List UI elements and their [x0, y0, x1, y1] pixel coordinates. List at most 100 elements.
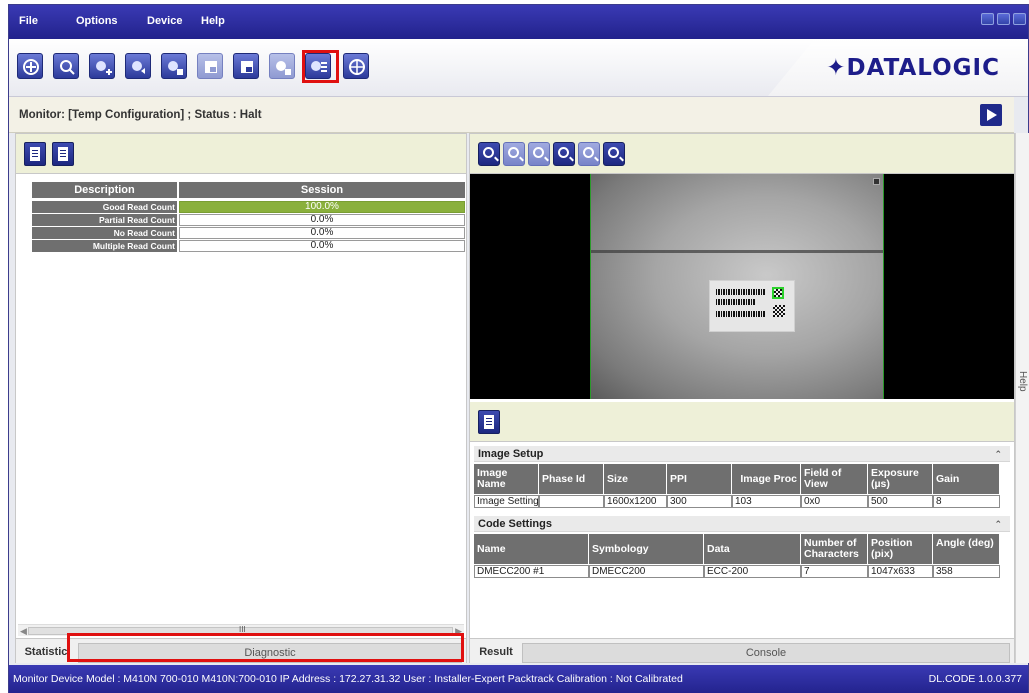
- column-header: Size: [604, 464, 666, 494]
- save-device-icon[interactable]: [233, 53, 259, 79]
- image-marker-icon: [873, 178, 880, 185]
- table-cell: DMECC200: [589, 565, 704, 578]
- menu-help[interactable]: Help: [201, 15, 225, 27]
- table-row: No Read Count 0.0%: [32, 227, 465, 240]
- tab-console[interactable]: Console: [522, 643, 1010, 663]
- row-label: Partial Read Count: [32, 214, 177, 226]
- acquired-image[interactable]: [470, 174, 1014, 399]
- image-toolbar: [470, 134, 1014, 174]
- collapse-icon[interactable]: ⌃: [994, 446, 1002, 462]
- camera-properties-icon[interactable]: [269, 53, 295, 79]
- table-row: Multiple Read Count 0.0%: [32, 240, 465, 253]
- image-setup-title: Image Setup: [478, 448, 544, 460]
- barcode-label: [709, 280, 795, 332]
- image-setup-header[interactable]: Image Setup ⌃: [474, 446, 1010, 462]
- restore-icon[interactable]: [997, 13, 1010, 25]
- camera-search-icon[interactable]: [53, 53, 79, 79]
- table-cell: 1600x1200: [604, 495, 667, 508]
- collapse-icon[interactable]: ⌃: [994, 516, 1002, 532]
- menu-options[interactable]: Options: [76, 15, 118, 27]
- table-cell: ECC-200: [704, 565, 801, 578]
- camera-open-icon[interactable]: [125, 53, 151, 79]
- calendar-icon[interactable]: [52, 142, 74, 166]
- application-window: File Options Device Help ✦DATALOGIC Moni…: [8, 4, 1029, 693]
- row-value: 0.0%: [179, 240, 465, 252]
- table-cell: 7: [801, 565, 868, 578]
- row-value: 100.0%: [179, 201, 465, 213]
- tab-result[interactable]: Result: [474, 643, 518, 663]
- table-cell: 103: [732, 495, 801, 508]
- close-icon[interactable]: [1013, 13, 1026, 25]
- help-sidebar[interactable]: Help: [1015, 133, 1029, 663]
- table-cell: 358: [933, 565, 1000, 578]
- table-cell: 8: [933, 495, 1000, 508]
- table-cell: [539, 495, 604, 508]
- barcode-1d: [716, 299, 756, 305]
- barcode-1d: [716, 311, 766, 317]
- image-overlay-icon[interactable]: [603, 142, 625, 166]
- status-text: Monitor Device Model : M410N 700-010 M41…: [13, 673, 683, 685]
- menu-file[interactable]: File: [19, 15, 38, 27]
- menu-device[interactable]: Device: [147, 15, 182, 27]
- image-edge: [591, 250, 883, 253]
- code-settings-header[interactable]: Code Settings ⌃: [474, 516, 1010, 532]
- camera-add-icon[interactable]: [89, 53, 115, 79]
- result-toolbar: [470, 402, 1014, 442]
- column-header: Symbology: [589, 534, 703, 564]
- table-row: Good Read Count 100.0%: [32, 201, 465, 214]
- datalogic-logo: ✦DATALOGIC: [826, 55, 1000, 81]
- column-header: Image Name: [474, 464, 538, 494]
- column-header: Phase Id: [539, 464, 603, 494]
- version-label: DL.CODE 1.0.0.377: [928, 673, 1022, 685]
- toolbar-highlight: [302, 50, 339, 83]
- file-send-icon[interactable]: [197, 53, 223, 79]
- statistics-panel: Description Session Good Read Count 100.…: [15, 133, 467, 663]
- monitor-status: Monitor: [Temp Configuration] ; Status :…: [19, 109, 262, 121]
- camera-save-icon[interactable]: [161, 53, 187, 79]
- column-header-session: Session: [179, 182, 465, 198]
- play-icon[interactable]: [980, 104, 1002, 126]
- row-value: 0.0%: [179, 227, 465, 239]
- barcode-1d: [716, 289, 766, 295]
- zoom-in-icon[interactable]: [478, 142, 500, 166]
- report-icon[interactable]: [24, 142, 46, 166]
- column-header: PPI: [667, 464, 731, 494]
- column-header: Exposure (µs): [868, 464, 932, 494]
- help-label[interactable]: Help: [1017, 371, 1028, 392]
- zoom-reset-icon[interactable]: [503, 142, 525, 166]
- column-header: Image Proc: [732, 464, 800, 494]
- code-settings-title: Code Settings: [478, 518, 552, 530]
- table-cell: 500: [868, 495, 933, 508]
- column-header: Position (pix): [868, 534, 932, 564]
- column-header: Number of Characters: [801, 534, 867, 564]
- decoded-datamatrix: [772, 287, 784, 299]
- scroll-left-icon[interactable]: ◀: [20, 626, 27, 637]
- column-header: Gain: [933, 464, 999, 494]
- report-icon[interactable]: [478, 410, 500, 434]
- image-result-panel: Image Setup ⌃ Image Name Phase Id Size P…: [469, 133, 1015, 663]
- table-row: Partial Read Count 0.0%: [32, 214, 465, 227]
- table-cell: 0x0: [801, 495, 868, 508]
- column-header: Data: [704, 534, 800, 564]
- tab-statistic[interactable]: Statistic: [20, 643, 72, 663]
- crosshair-icon[interactable]: [343, 53, 369, 79]
- table-cell: DMECC200 #1: [474, 565, 589, 578]
- menu-bar: File Options Device Help: [9, 5, 1028, 39]
- datamatrix: [773, 305, 785, 317]
- grid-view-icon[interactable]: [578, 142, 600, 166]
- minimize-icon[interactable]: [981, 13, 994, 25]
- table-cell: Image Setting 113: [474, 495, 539, 508]
- row-label: Multiple Read Count: [32, 240, 177, 252]
- table-cell: 1047x633: [868, 565, 933, 578]
- save-image-icon[interactable]: [553, 142, 575, 166]
- connect-icon[interactable]: [17, 53, 43, 79]
- image-frame: [590, 174, 884, 399]
- monitor-bar: Monitor: [Temp Configuration] ; Status :…: [9, 97, 1014, 133]
- column-header: Field of View: [801, 464, 867, 494]
- row-value: 0.0%: [179, 214, 465, 226]
- table-cell: 300: [667, 495, 732, 508]
- diagnostic-highlight: [67, 633, 464, 662]
- right-tab-bar: Result Console: [470, 638, 1014, 663]
- column-header: Angle (deg): [933, 534, 999, 564]
- zoom-fit-icon[interactable]: [528, 142, 550, 166]
